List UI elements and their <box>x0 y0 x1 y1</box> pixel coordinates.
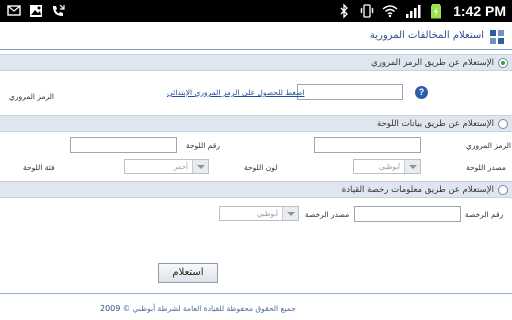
plate-source-label: مصدر اللوحة <box>466 163 506 172</box>
plate-source-value: أبوظبي <box>378 163 400 171</box>
footer-text: جميع الحقوق محفوظة للقيادة العامة لشرطة … <box>122 304 296 313</box>
traffic-code-label: الرمز المروري <box>8 92 54 101</box>
system-icons: 1:42 PM <box>336 3 506 19</box>
section-license-data[interactable]: الإستعلام عن طريق معلومات رخصة القيادة <box>0 181 512 198</box>
grid-icon <box>490 30 504 44</box>
section-traffic-code[interactable]: الإستعلام عن طريق الرمز المروري <box>0 54 512 71</box>
section-traffic-code-label: الإستعلام عن طريق الرمز المروري <box>371 58 494 68</box>
section-plate-data-label: الإستعلام عن طريق بيانات اللوحة <box>376 119 494 129</box>
section-license-data-label: الإستعلام عن طريق معلومات رخصة القيادة <box>341 185 494 195</box>
section-plate-data[interactable]: الإستعلام عن طريق بيانات اللوحة <box>0 115 512 132</box>
license-number-input[interactable] <box>354 206 461 222</box>
status-bar: 1:42 PM <box>0 0 512 22</box>
bluetooth-icon <box>340 3 348 19</box>
footer-divider <box>0 293 512 294</box>
app-header: استعلام المخالفات المرورية <box>0 22 512 50</box>
clock: 1:42 PM <box>453 3 506 19</box>
chevron-down-icon <box>192 160 208 173</box>
footer: جميع الحقوق محفوظة للقيادة العامة لشرطة … <box>100 304 296 313</box>
license-number-label: رقم الرخصة <box>465 210 504 219</box>
image-icon <box>30 5 42 17</box>
radio-traffic-code[interactable] <box>498 58 508 68</box>
plate-code-input[interactable] <box>314 137 421 153</box>
plate-code-label: الرمز المروري <box>466 141 512 150</box>
plate-number-label: رقم اللوحة <box>186 141 220 150</box>
plate-number-input[interactable] <box>70 137 177 153</box>
license-source-label: مصدر الرخصة <box>305 210 350 219</box>
help-icon[interactable]: ? <box>415 86 428 99</box>
plate-color-value: أحمر <box>173 163 188 171</box>
signal-icon <box>406 5 421 18</box>
chevron-down-icon <box>282 207 298 220</box>
license-source-value: أبوظبي <box>256 210 278 218</box>
license-source-select[interactable]: أبوظبي <box>219 206 299 221</box>
get-initial-code-link[interactable]: اضغط للحصول على الرمز المروري الإبتدائي <box>167 88 304 97</box>
phone-missed-icon <box>53 4 65 16</box>
notification-icons <box>6 3 66 19</box>
sms-icon <box>7 5 21 16</box>
plate-category-label: فئة اللوحة <box>23 163 55 172</box>
chevron-down-icon <box>404 160 420 173</box>
battery-charging-icon <box>431 4 442 19</box>
footer-year: 2009 <box>100 304 121 313</box>
radio-license-data[interactable] <box>498 185 508 195</box>
vibrate-icon <box>360 4 374 18</box>
traffic-code-input[interactable] <box>297 84 403 100</box>
plate-source-select[interactable]: أبوظبي <box>353 159 421 174</box>
radio-plate-data[interactable] <box>498 119 508 129</box>
page-title: استعلام المخالفات المرورية <box>369 30 484 41</box>
wifi-icon <box>382 5 398 18</box>
submit-button[interactable]: استعلام <box>158 263 218 283</box>
plate-color-label: لون اللوحة <box>244 163 278 172</box>
plate-color-select[interactable]: أحمر <box>124 159 209 174</box>
